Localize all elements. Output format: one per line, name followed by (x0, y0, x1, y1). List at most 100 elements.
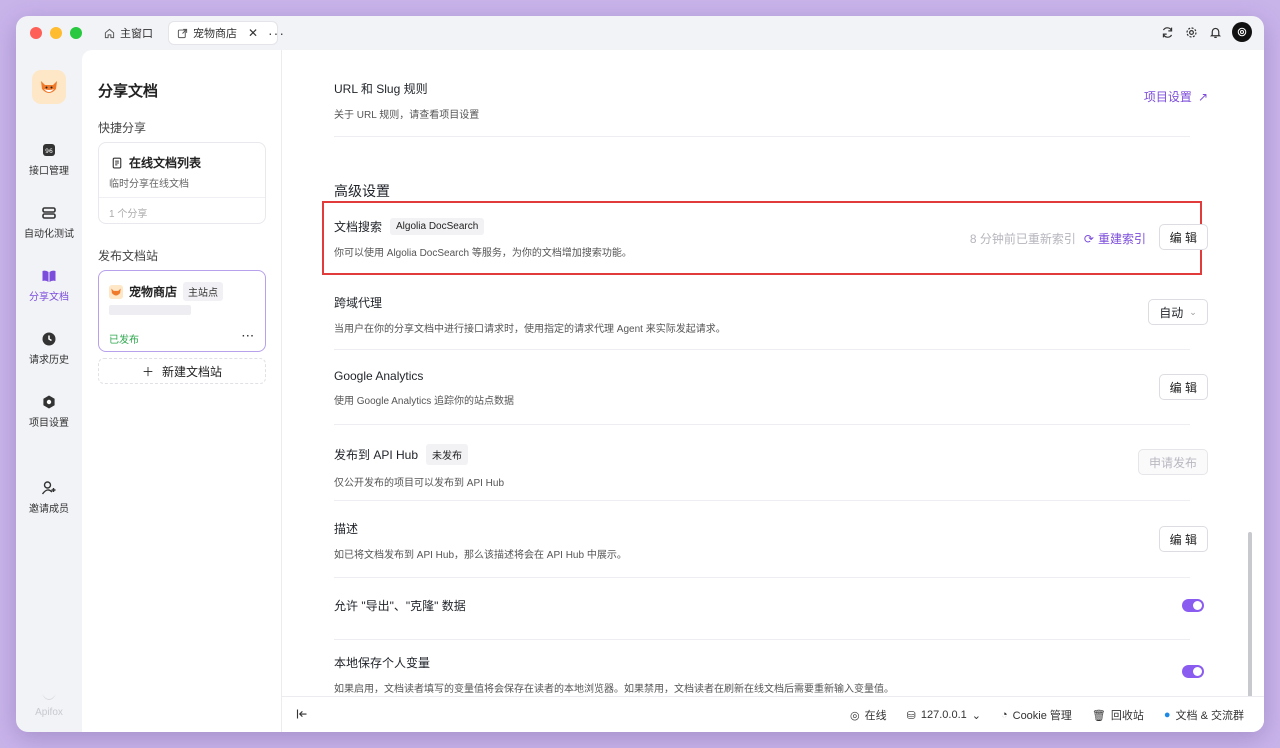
maximize-window-button[interactable] (70, 27, 82, 39)
local-vars-toggle[interactable] (1182, 665, 1204, 678)
minimize-window-button[interactable] (50, 27, 62, 39)
brand-watermark: Apifox (16, 690, 82, 718)
row-desc: 使用 Google Analytics 追踪你的站点数据 (334, 396, 515, 407)
row-title: 跨域代理 (334, 296, 383, 310)
ga-edit-button[interactable]: 编 辑 (1158, 374, 1208, 400)
rail-item-project-settings[interactable]: 项目设置 (16, 394, 82, 429)
doc-search-edit-button[interactable]: 编 辑 (1158, 224, 1208, 250)
cors-proxy-row: 跨域代理 当用户在你的分享文档中进行接口请求时，使用指定的请求代理 Agent … (334, 294, 1190, 335)
export-clone-toggle[interactable] (1182, 599, 1204, 612)
online-doc-list-card[interactable]: 在线文档列表 临时分享在线文档 1 个分享 (98, 142, 266, 224)
rebuild-index-button[interactable]: ⟳ 重建索引 (1084, 230, 1146, 247)
divider (334, 136, 1190, 137)
new-site-label: 新建文档站 (162, 364, 223, 379)
api-icon: 96 (43, 144, 55, 156)
app-window: 主窗口 宠物商店 ✕ ··· 96 接口管理 自动化测试 分享文档 请求历史 项… (16, 16, 1264, 732)
scrollbar[interactable] (1248, 532, 1252, 696)
rail-item-automation[interactable]: 自动化测试 (16, 205, 82, 240)
site-card-pet-store[interactable]: 宠物商店 主站点 已发布 ··· (98, 270, 266, 352)
row-title: 本地保存个人变量 (334, 656, 431, 670)
cookie-manager[interactable]: ◔ Cookie 管理 (1001, 707, 1072, 723)
nav-rail: 96 接口管理 自动化测试 分享文档 请求历史 项目设置 邀请成员 Apifox (16, 50, 82, 732)
host-selector[interactable]: ⛁ 127.0.0.1 ⌄ (907, 709, 981, 722)
divider (334, 639, 1190, 640)
svg-text:96: 96 (45, 148, 53, 155)
rail-item-label: 分享文档 (29, 292, 69, 303)
close-window-button[interactable] (30, 27, 42, 39)
reindex-group: 8 分钟前已重新索引 ⟳ 重建索引 (970, 230, 1146, 247)
docs-sidebar: 分享文档 快捷分享 在线文档列表 临时分享在线文档 1 个分享 发布文档站 宠物… (82, 50, 282, 732)
user-avatar[interactable] (1232, 22, 1252, 42)
status-bar: ◎ 在线 ⛁ 127.0.0.1 ⌄ ◔ Cookie 管理 🗑 回收站 ● 文… (282, 696, 1264, 732)
book-icon (42, 270, 56, 282)
description-row: 描述 如已将文档发布到 API Hub，那么该描述将会在 API Hub 中展示… (334, 520, 1190, 561)
titlebar-actions (1160, 22, 1252, 42)
main-site-badge: 主站点 (183, 282, 224, 301)
project-logo[interactable] (32, 70, 66, 104)
export-clone-row: 允许 "导出"、"克隆" 数据 (334, 597, 1190, 614)
url-slug-row: URL 和 Slug 规则 关于 URL 规则，请查看项目设置 (334, 80, 1190, 121)
divider (334, 500, 1190, 501)
share-count: 1 个分享 (99, 197, 265, 227)
gear-icon[interactable] (1184, 25, 1198, 39)
sync-icon[interactable] (1160, 25, 1174, 39)
rail-item-history[interactable]: 请求历史 (16, 331, 82, 366)
close-tab-icon[interactable]: ✕ (248, 26, 258, 40)
quick-share-label: 快捷分享 (98, 121, 147, 135)
site-title: 宠物商店 (129, 285, 178, 299)
tabs-more-button[interactable]: ··· (260, 21, 293, 45)
chevron-down-icon: ⌄ (971, 709, 981, 722)
card-desc: 临时分享在线文档 (109, 179, 189, 190)
apifox-logo-icon (42, 694, 56, 700)
publish-site-label: 发布文档站 (98, 249, 159, 263)
online-status[interactable]: ◎ 在线 (850, 707, 887, 723)
google-analytics-row: Google Analytics 使用 Google Analytics 追踪你… (334, 369, 1190, 407)
arrow-up-right-icon: ↗ (1197, 89, 1208, 104)
external-doc-icon (177, 28, 188, 38)
divider (334, 349, 1190, 350)
row-title: URL 和 Slug 规则 (334, 82, 428, 96)
bell-icon[interactable] (1208, 25, 1222, 39)
redacted-url (109, 305, 191, 315)
rail-item-share-docs[interactable]: 分享文档 (16, 268, 82, 303)
row-title: Google Analytics (334, 369, 424, 383)
trash-bin[interactable]: 🗑 回收站 (1092, 707, 1144, 723)
add-user-icon (41, 481, 56, 495)
home-icon (104, 28, 115, 38)
row-desc: 关于 URL 规则，请查看项目设置 (334, 110, 480, 121)
description-edit-button[interactable]: 编 辑 (1158, 526, 1208, 552)
rail-item-invite[interactable]: 邀请成员 (16, 480, 82, 515)
tab-label: 宠物商店 (193, 28, 237, 40)
cors-proxy-select[interactable]: 自动 ⌄ (1148, 299, 1208, 325)
window-controls (30, 27, 82, 39)
community-icon: ● (1163, 709, 1171, 721)
api-hub-row: 发布到 API Hub 未发布 仅公开发布的项目可以发布到 API Hub (334, 444, 1190, 489)
tab-main-window[interactable]: 主窗口 (96, 21, 161, 45)
sidebar-title: 分享文档 (98, 83, 159, 100)
apply-publish-button[interactable]: 申请发布 (1137, 449, 1208, 475)
refresh-icon: ⟳ (1083, 231, 1094, 246)
cookie-icon: ◔ (1000, 709, 1008, 721)
local-vars-row: 本地保存个人变量 如果启用，文档读者填写的变量值将会保存在读者的本地浏览器。如果… (334, 654, 1190, 695)
project-settings-link[interactable]: 项目设置 ↗ (1144, 88, 1208, 105)
divider (334, 577, 1190, 578)
collapse-sidebar-icon[interactable] (296, 708, 308, 723)
rail-item-api[interactable]: 96 接口管理 (16, 142, 82, 177)
row-title: 文档搜索 (334, 220, 383, 234)
algolia-tag: Algolia DocSearch (390, 218, 485, 235)
plus-icon: ＋ (141, 364, 154, 379)
tab-label: 主窗口 (120, 28, 153, 40)
rail-item-label: 项目设置 (29, 418, 69, 429)
divider (334, 424, 1190, 425)
clock-icon (42, 332, 56, 346)
automation-icon (42, 207, 56, 219)
settings-panel: URL 和 Slug 规则 关于 URL 规则，请查看项目设置 项目设置 ↗ 高… (282, 50, 1264, 696)
docs-community[interactable]: ● 文档 & 交流群 (1164, 707, 1244, 723)
row-desc: 如已将文档发布到 API Hub，那么该描述将会在 API Hub 中展示。 (334, 550, 627, 561)
row-desc: 当用户在你的分享文档中进行接口请求时，使用指定的请求代理 Agent 来实际发起… (334, 324, 726, 335)
new-doc-site-button[interactable]: ＋ 新建文档站 (98, 358, 266, 384)
title-bar: 主窗口 宠物商店 ✕ ··· (16, 16, 1264, 50)
row-title: 发布到 API Hub (334, 448, 419, 462)
check-circle-icon: ◎ (850, 709, 860, 722)
more-options-button[interactable]: ··· (242, 331, 255, 346)
